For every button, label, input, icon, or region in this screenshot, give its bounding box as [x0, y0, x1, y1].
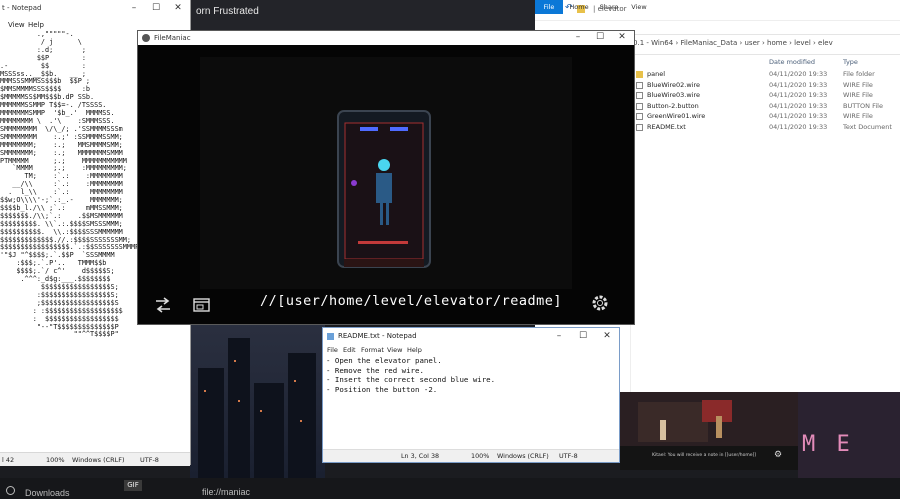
game-viewport[interactable] — [138, 45, 634, 324]
close-button[interactable]: ✕ — [168, 0, 188, 16]
game-thumbnail-city — [190, 320, 325, 478]
file-date: 04/11/2020 19:33 — [769, 101, 828, 110]
close-button[interactable]: ✕ — [612, 29, 632, 45]
status-encoding: UTF-8 — [559, 452, 578, 460]
readme-title: README.txt - Notepad — [338, 332, 417, 340]
close-button[interactable]: ✕ — [597, 328, 617, 344]
file-row[interactable]: README.txt 04/11/2020 19:33 Text Document — [635, 123, 900, 134]
file-row[interactable]: panel 04/11/2020 19:33 File folder — [635, 70, 900, 81]
menu-help[interactable]: Help — [407, 346, 422, 354]
settings-gear-icon[interactable] — [590, 293, 610, 313]
app-icon — [142, 34, 150, 42]
file-icon — [636, 113, 643, 120]
menu-help[interactable]: Help — [28, 21, 44, 29]
column-type[interactable]: Type — [843, 58, 858, 66]
file-name: panel — [647, 70, 666, 78]
folder-window-icon[interactable] — [193, 297, 211, 313]
readme-text-area[interactable]: - Open the elevator panel. - Remove the … — [323, 355, 498, 395]
menu-format[interactable]: Format — [361, 346, 384, 354]
notepad-title: t - Notepad — [2, 4, 42, 12]
pod-floor-light — [358, 241, 408, 244]
current-path-display: //[user/home/level/elevator/readme] — [260, 293, 562, 309]
file-row[interactable]: GreenWire01.wire 04/11/2020 19:33 WIRE Fil… — [635, 112, 900, 123]
file-date: 04/11/2020 19:33 — [769, 70, 828, 78]
file-date: 04/11/2020 19:33 — [769, 112, 828, 120]
status-line: l 42 — [2, 456, 15, 464]
notepad-statusbar: l 42 100% Windows (CRLF) UTF-8 — [0, 452, 190, 466]
pod-light-left — [360, 127, 378, 131]
file-name: GreenWire01.wire — [647, 112, 706, 120]
readme-statusbar: Ln 3, Col 38 100% Windows (CRLF) UTF-8 — [323, 449, 619, 462]
status-eol: Windows (CRLF) — [72, 456, 125, 464]
ascii-art-text[interactable]: .,"""""-. / j \ :.d; ; $$P : .- $$ : MSS… — [0, 30, 139, 339]
filemaniac-title: FileManiac — [154, 34, 191, 42]
file-type: File folder — [843, 70, 875, 78]
menu-edit[interactable]: Edit — [343, 346, 356, 354]
robot-body — [376, 173, 392, 203]
tab-file[interactable]: File — [535, 0, 563, 14]
menu-view[interactable]: View — [8, 21, 25, 29]
file-row[interactable]: Button-2.button 04/11/2020 19:33 BUTTON Fi… — [635, 102, 900, 113]
pod-light-right — [390, 127, 408, 131]
file-name: README.txt — [647, 122, 686, 131]
pod-base — [344, 259, 424, 267]
readme-titlebar[interactable]: README.txt - Notepad – ☐ ✕ — [323, 328, 619, 345]
maximize-button[interactable]: ☐ — [573, 328, 593, 344]
robot-head — [378, 159, 390, 171]
file-type: Text Document — [843, 122, 892, 131]
settings-icon[interactable]: ⚙ — [774, 450, 782, 460]
file-type: WIRE File — [843, 91, 873, 99]
column-date-modified[interactable]: Date modified — [769, 58, 815, 66]
game-logo-text: M E — [802, 432, 854, 457]
notepad-icon — [327, 333, 334, 340]
game-caption-bar: Kitael: You will receive a note in [[use… — [620, 446, 798, 470]
file-type: WIRE File — [843, 112, 873, 120]
download-icon[interactable] — [6, 486, 15, 495]
file-icon — [636, 102, 643, 110]
minimize-button[interactable]: – — [124, 0, 144, 16]
swap-icon[interactable] — [154, 297, 172, 313]
file-type: WIRE File — [843, 80, 873, 89]
maximize-button[interactable]: ☐ — [146, 0, 166, 16]
game-caption: Kitael: You will receive a note in [[use… — [652, 453, 757, 458]
file-date: 04/11/2020 19:33 — [769, 80, 828, 89]
filemaniac-window[interactable]: FileManiac – ☐ ✕ //[user/home/level/elev… — [137, 30, 635, 325]
robot-leg-left — [380, 203, 383, 225]
minimize-button[interactable]: – — [568, 29, 588, 45]
spark-particle — [351, 180, 357, 186]
file-row[interactable]: BlueWire02.wire 04/11/2020 19:33 WIRE File — [635, 81, 900, 92]
tab-view[interactable]: View — [625, 0, 653, 14]
file-icon — [636, 92, 643, 99]
status-encoding: UTF-8 — [140, 456, 159, 464]
file-row[interactable]: BlueWire03.wire 04/11/2020 19:33 WIRE File — [635, 91, 900, 102]
background-window-title: orn Frustrated — [196, 6, 259, 17]
file-date: 04/11/2020 19:33 — [769, 91, 828, 99]
text-file-icon — [636, 123, 643, 131]
maximize-button[interactable]: ☐ — [590, 29, 610, 45]
notepad-titlebar[interactable]: t - Notepad – ☐ ✕ — [0, 0, 190, 18]
file-name: BlueWire03.wire — [647, 91, 700, 99]
downloads-link[interactable]: Downloads — [25, 488, 70, 498]
readme-notepad-window[interactable]: README.txt - Notepad – ☐ ✕ File Edit For… — [322, 327, 620, 463]
status-cursor: Ln 3, Col 38 — [401, 452, 440, 460]
file-name: BlueWire02.wire — [647, 80, 700, 89]
menu-file[interactable]: File — [327, 346, 338, 354]
file-icon — [636, 81, 643, 89]
taskbar-path[interactable]: file://maniac — [202, 487, 250, 497]
file-date: 04/11/2020 19:33 — [769, 122, 828, 131]
status-eol: Windows (CRLF) — [497, 452, 549, 460]
robot-leg-right — [386, 203, 389, 225]
file-type: BUTTON File — [843, 101, 883, 110]
file-name: Button-2.button — [647, 101, 699, 110]
status-zoom: 100% — [471, 452, 490, 460]
filemaniac-titlebar[interactable]: FileManiac – ☐ ✕ — [138, 31, 634, 45]
gif-badge: GIF — [124, 480, 142, 491]
tab-share[interactable]: Share — [595, 0, 623, 14]
status-zoom: 100% — [46, 456, 65, 464]
tab-home[interactable]: Home — [565, 0, 593, 14]
menu-view[interactable]: View — [387, 346, 402, 354]
folder-icon — [636, 71, 643, 78]
minimize-button[interactable]: – — [549, 328, 569, 344]
